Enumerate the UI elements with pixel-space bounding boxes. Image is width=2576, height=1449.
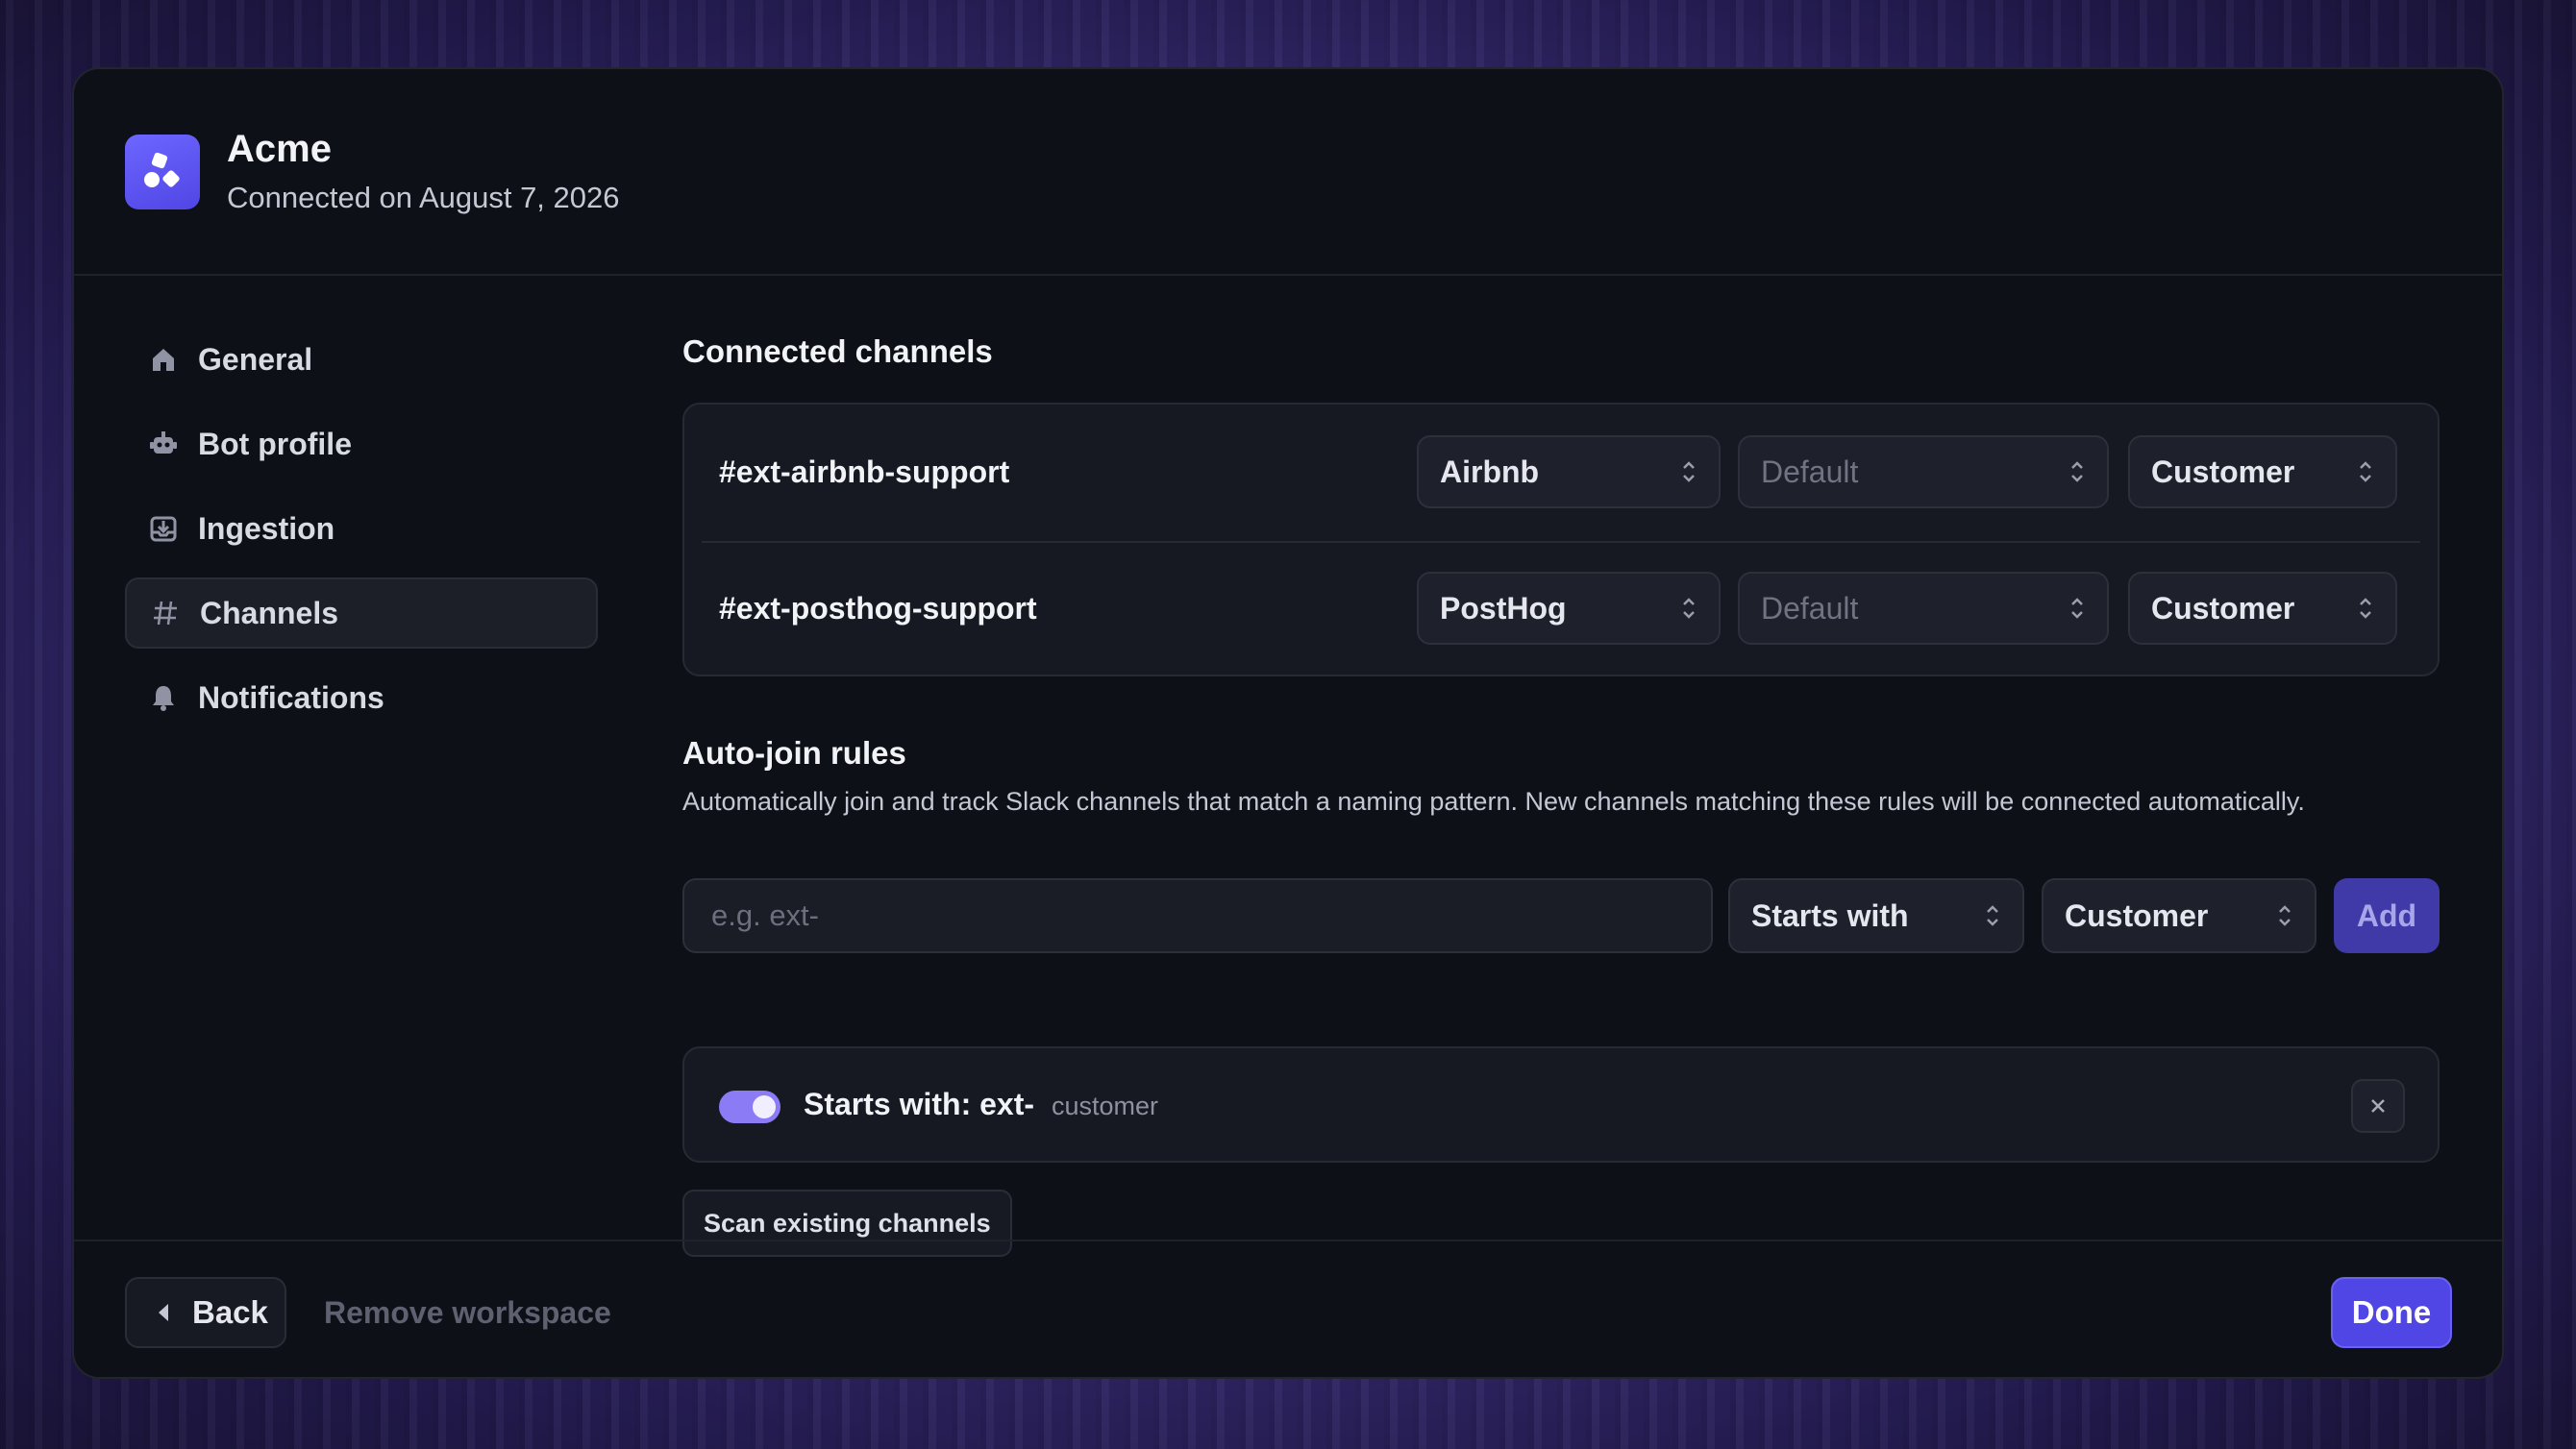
toggle-knob xyxy=(753,1095,776,1118)
sidebar-item-notifications[interactable]: Notifications xyxy=(125,662,598,733)
role-select-value: Customer xyxy=(2151,590,2295,626)
role-select-value: Customer xyxy=(2151,454,2295,489)
close-icon xyxy=(2371,1099,2385,1113)
back-button-label: Back xyxy=(192,1294,268,1330)
chevron-up-down-icon xyxy=(2071,461,2083,482)
rule-role-tag: customer xyxy=(1052,1092,1159,1120)
role-select[interactable]: Customer xyxy=(2128,572,2397,645)
rule-enabled-toggle[interactable] xyxy=(719,1091,780,1123)
company-select-value: Airbnb xyxy=(1440,454,1540,489)
role-select[interactable]: Customer xyxy=(2128,435,2397,508)
company-select-value: PostHog xyxy=(1440,590,1567,626)
chevron-up-down-icon xyxy=(1683,461,1695,482)
rule-role-select[interactable]: Customer xyxy=(2042,878,2316,953)
add-rule-button[interactable]: Add xyxy=(2334,878,2440,953)
rule-role-select-value: Customer xyxy=(2065,897,2209,933)
template-select-value: Default xyxy=(1761,454,1859,489)
match-type-select[interactable]: Starts with xyxy=(1728,878,2024,953)
workspace-logo-icon xyxy=(125,134,200,209)
pattern-input[interactable]: e.g. ext- xyxy=(682,878,1713,953)
inbox-icon xyxy=(148,513,179,544)
remove-workspace-link[interactable]: Remove workspace xyxy=(324,1295,611,1331)
settings-sidebar: General Bot profile Ingestion Channels N… xyxy=(125,324,598,747)
rule-label: Starts with: ext- xyxy=(804,1087,1035,1121)
sidebar-item-general[interactable]: General xyxy=(125,324,598,395)
channel-row: #ext-airbnb-support Airbnb Default Custo… xyxy=(684,405,2438,541)
back-button[interactable]: Back xyxy=(125,1277,286,1348)
workspace-name: Acme xyxy=(227,128,332,170)
sidebar-item-ingestion[interactable]: Ingestion xyxy=(125,493,598,564)
chevron-up-down-icon xyxy=(2071,598,2083,619)
sidebar-item-label: Ingestion xyxy=(198,510,335,546)
dialog-header: Acme Connected on August 7, 2026 xyxy=(74,69,2502,276)
dialog-footer: Back Remove workspace Done xyxy=(74,1240,2502,1377)
bell-icon xyxy=(148,682,179,713)
sidebar-item-label: Notifications xyxy=(198,679,384,715)
pattern-input-placeholder: e.g. ext- xyxy=(711,898,819,932)
chevron-up-down-icon xyxy=(2360,598,2371,619)
remove-rule-button[interactable] xyxy=(2351,1079,2405,1133)
sidebar-item-label: General xyxy=(198,341,313,377)
connected-channels-title: Connected channels xyxy=(682,333,993,369)
channel-row: #ext-posthog-support PostHog Default Cus… xyxy=(684,541,2438,677)
match-type-select-value: Starts with xyxy=(1751,897,1909,933)
auto-join-title: Auto-join rules xyxy=(682,735,906,771)
company-select[interactable]: PostHog xyxy=(1417,572,1721,645)
done-button[interactable]: Done xyxy=(2331,1277,2452,1348)
chevron-up-down-icon xyxy=(2279,905,2291,926)
home-icon xyxy=(148,344,179,375)
template-select-value: Default xyxy=(1761,590,1859,626)
sidebar-item-channels[interactable]: Channels xyxy=(125,577,598,649)
sidebar-item-label: Channels xyxy=(200,595,339,630)
robot-icon xyxy=(148,429,179,459)
connected-channels-list: #ext-airbnb-support Airbnb Default Custo… xyxy=(682,403,2440,676)
sidebar-item-label: Bot profile xyxy=(198,426,352,461)
hash-icon xyxy=(150,598,181,628)
auto-join-rule-item: Starts with: ext- customer xyxy=(682,1046,2440,1163)
workspace-settings-dialog: Acme Connected on August 7, 2026 General… xyxy=(72,67,2504,1379)
auto-join-description: Automatically join and track Slack chann… xyxy=(682,787,2305,816)
sidebar-item-bot-profile[interactable]: Bot profile xyxy=(125,408,598,479)
channel-name: #ext-posthog-support xyxy=(719,591,1037,626)
template-select[interactable]: Default xyxy=(1738,572,2109,645)
chevron-up-down-icon xyxy=(1987,905,1998,926)
template-select[interactable]: Default xyxy=(1738,435,2109,508)
chevron-up-down-icon xyxy=(1683,598,1695,619)
channel-name: #ext-airbnb-support xyxy=(719,454,1010,489)
chevron-up-down-icon xyxy=(2360,461,2371,482)
caret-left-icon xyxy=(159,1304,168,1321)
company-select[interactable]: Airbnb xyxy=(1417,435,1721,508)
connected-date: Connected on August 7, 2026 xyxy=(227,181,620,214)
